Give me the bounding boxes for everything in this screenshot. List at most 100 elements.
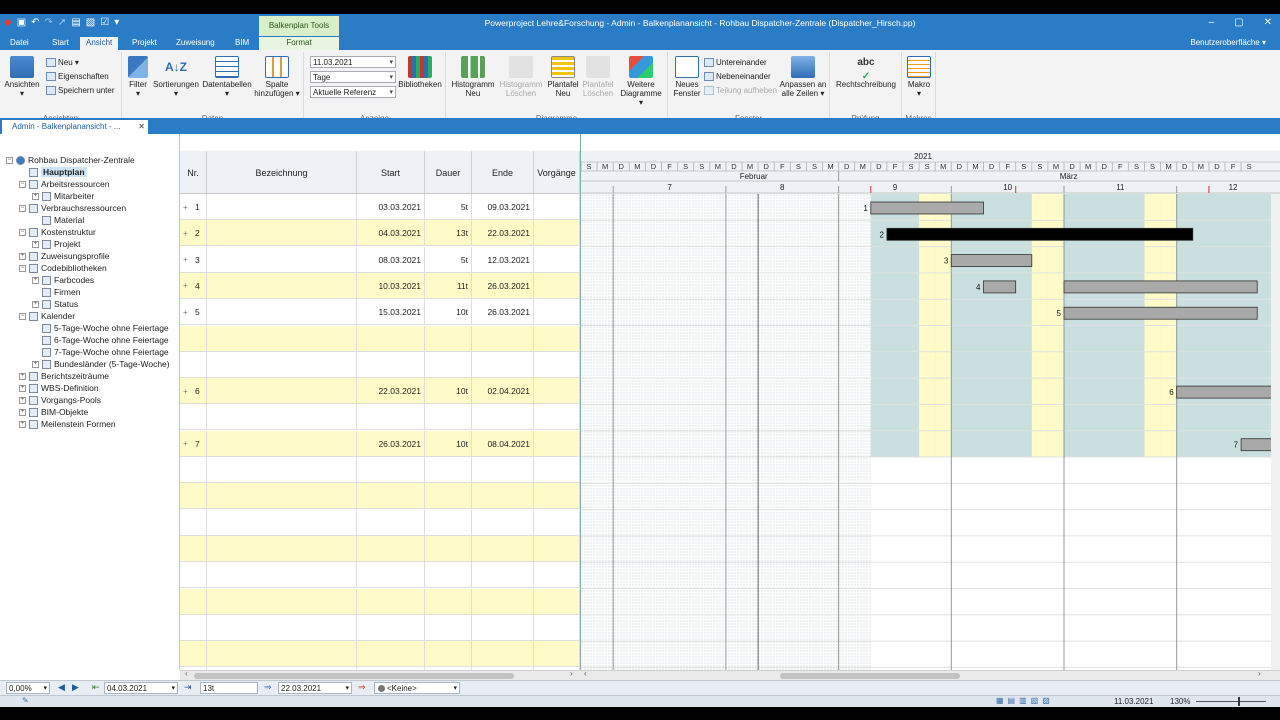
- scroll-left-icon[interactable]: ‹: [185, 669, 188, 678]
- row-expand-icon[interactable]: [180, 562, 192, 588]
- tree-node[interactable]: − Verbrauchsressourcen: [19, 202, 126, 214]
- cell-start[interactable]: 04.03.2021: [357, 220, 425, 247]
- close-tab-icon[interactable]: ✕: [138, 120, 145, 134]
- cell-dauer[interactable]: [425, 404, 472, 431]
- cell-bezeichnung[interactable]: [207, 351, 357, 378]
- task-bar[interactable]: [950, 254, 1033, 267]
- tree-node[interactable]: + Bundesländer (5-Tage-Woche): [32, 358, 170, 370]
- zoom-slider-thumb[interactable]: [1238, 697, 1240, 706]
- task-bar[interactable]: [886, 227, 1194, 241]
- cell-start[interactable]: 10.03.2021: [357, 272, 425, 299]
- col-header-vorgaenge[interactable]: Vorgänge: [534, 151, 580, 194]
- collapse-icon[interactable]: −: [6, 156, 13, 164]
- tree-node[interactable]: 6-Tage-Woche ohne Feiertage: [32, 334, 169, 346]
- cell-start[interactable]: [357, 535, 425, 562]
- tree-node[interactable]: − Kostenstruktur: [19, 226, 96, 238]
- cell-dauer[interactable]: 10t: [425, 299, 472, 326]
- tab-format[interactable]: Format: [259, 37, 339, 50]
- cell-bezeichnung[interactable]: [207, 194, 357, 220]
- row-expand-icon[interactable]: +: [180, 247, 192, 273]
- cell-dauer[interactable]: [425, 535, 472, 562]
- expand-icon[interactable]: +: [32, 276, 39, 284]
- cell-ende[interactable]: 26.03.2021: [472, 299, 534, 326]
- ui-menu[interactable]: Benutzeroberfläche ▾: [1184, 37, 1272, 48]
- tree-node[interactable]: − Kalender: [19, 310, 75, 322]
- table-row[interactable]: [180, 457, 580, 483]
- cell-ende[interactable]: 26.03.2021: [472, 272, 534, 299]
- tree-node[interactable]: + WBS-Definition: [19, 382, 99, 394]
- expand-icon[interactable]: +: [19, 396, 26, 404]
- table-row[interactable]: [180, 588, 580, 615]
- gantt-scroll-thumb[interactable]: [780, 673, 960, 679]
- table-row[interactable]: [180, 483, 580, 510]
- cell-vorgaenge[interactable]: [534, 194, 580, 220]
- anpassen-button[interactable]: Anpassen an alle Zeilen ▾: [778, 56, 828, 98]
- col-header-bezeichnung[interactable]: Bezeichnung: [207, 151, 357, 194]
- cell-start[interactable]: [357, 562, 425, 589]
- tab-bim[interactable]: BIM: [229, 37, 255, 48]
- expand-icon[interactable]: +: [19, 252, 26, 260]
- col-header-start[interactable]: Start: [357, 151, 425, 194]
- scroll-right-icon[interactable]: ›: [570, 669, 573, 678]
- sortierungen-button[interactable]: A↓Z Sortierungen ▾: [152, 56, 200, 98]
- col-header-dauer[interactable]: Dauer: [425, 151, 472, 194]
- task-bar[interactable]: [983, 280, 1017, 294]
- cell-bezeichnung[interactable]: [207, 272, 357, 299]
- cell-vorgaenge[interactable]: [534, 457, 580, 483]
- cell-dauer[interactable]: 5t: [425, 194, 472, 220]
- task-bar[interactable]: [870, 201, 984, 215]
- table-row[interactable]: +5 15.03.2021 10t 26.03.2021: [180, 299, 580, 326]
- gantt-chart[interactable]: 2021 S M D M D F S S M D M D F S S M D M D F S S M D M D F S S M D M D F S S…: [580, 134, 1280, 670]
- plantafel-loeschen-button[interactable]: Plantafel Löschen: [580, 56, 616, 98]
- row-expand-icon[interactable]: +: [180, 299, 192, 325]
- cell-dauer[interactable]: 11t: [425, 272, 472, 299]
- expand-icon[interactable]: +: [19, 384, 26, 392]
- speichern-unter-button[interactable]: Speichern unter: [46, 86, 114, 95]
- col-header-ende[interactable]: Ende: [472, 151, 534, 194]
- cell-ende[interactable]: [472, 535, 534, 562]
- cell-dauer[interactable]: 10t: [425, 430, 472, 457]
- cell-dauer[interactable]: 5t: [425, 246, 472, 273]
- gantt-canvas[interactable]: 2021S M D M D F S S M D M D F S S M D M D F S S M D M D F S S M D M D F S S…: [581, 134, 1280, 670]
- gantt-scroll-right-icon[interactable]: ›: [1258, 669, 1261, 678]
- tab-ansicht[interactable]: Ansicht: [80, 37, 119, 50]
- row-expand-icon[interactable]: [180, 536, 192, 562]
- cell-start[interactable]: [357, 457, 425, 483]
- cell-ende[interactable]: [472, 614, 534, 641]
- close-button[interactable]: ✕: [1264, 17, 1272, 28]
- cell-bezeichnung[interactable]: [207, 535, 357, 562]
- cell-ende[interactable]: [472, 588, 534, 615]
- tree-node[interactable]: Hauptplan: [19, 166, 87, 178]
- table-row[interactable]: +2 04.03.2021 13t 22.03.2021: [180, 220, 580, 247]
- cell-ende[interactable]: [472, 351, 534, 378]
- cell-start[interactable]: [357, 614, 425, 641]
- table-row[interactable]: [180, 404, 580, 431]
- gantt-scroll-left-icon[interactable]: ‹: [584, 669, 587, 678]
- referenz-select[interactable]: Aktuelle Referenz: [310, 86, 396, 98]
- row-expand-icon[interactable]: [180, 483, 192, 509]
- table-row[interactable]: +1 03.03.2021 5t 09.03.2021: [180, 194, 580, 220]
- cell-dauer[interactable]: [425, 562, 472, 589]
- cell-vorgaenge[interactable]: [534, 614, 580, 641]
- eigenschaften-button[interactable]: Eigenschaften: [46, 72, 109, 81]
- cell-ende[interactable]: [472, 641, 534, 668]
- cell-bezeichnung[interactable]: [207, 457, 357, 483]
- cell-ende[interactable]: 12.03.2021: [472, 246, 534, 273]
- row-expand-icon[interactable]: [180, 641, 192, 667]
- cell-start[interactable]: 03.03.2021: [357, 194, 425, 220]
- cell-dauer[interactable]: [425, 641, 472, 668]
- row-expand-icon[interactable]: [180, 404, 192, 430]
- cell-ende[interactable]: [472, 325, 534, 352]
- cell-bezeichnung[interactable]: [207, 614, 357, 641]
- tree-node[interactable]: + Mitarbeiter: [32, 190, 94, 202]
- cell-dauer[interactable]: [425, 509, 472, 536]
- cell-start[interactable]: 15.03.2021: [357, 299, 425, 326]
- cell-dauer[interactable]: 10t: [425, 378, 472, 405]
- filter-button[interactable]: Filter ▾: [126, 56, 150, 98]
- row-expand-icon[interactable]: [180, 510, 192, 536]
- cell-bezeichnung[interactable]: [207, 220, 357, 247]
- makro-button[interactable]: Makro ▾: [904, 56, 934, 98]
- tree-node[interactable]: − Rohbau Dispatcher-Zentrale: [6, 154, 135, 166]
- tab-projekt[interactable]: Projekt: [126, 37, 163, 48]
- plantafel-neu-button[interactable]: Plantafel Neu: [544, 56, 582, 98]
